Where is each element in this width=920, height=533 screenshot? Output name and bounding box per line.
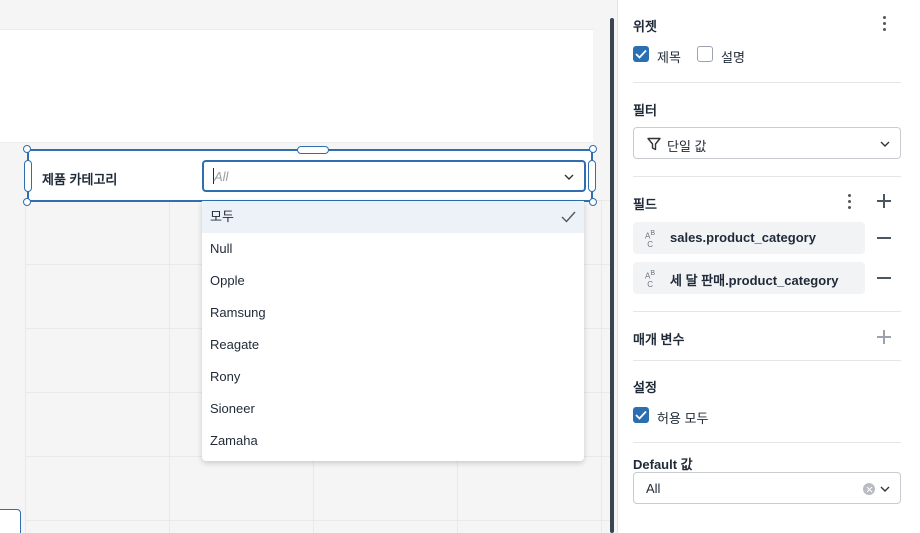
panel-resize-divider[interactable] [610,18,614,533]
allow-all-label: 허용 모두 [657,411,709,426]
field-item[interactable]: AB C sales.product_category [633,222,865,254]
dropdown-option[interactable]: Sioneer [202,393,584,425]
chevron-down-icon[interactable] [879,483,891,495]
filter-funnel-icon [647,137,661,151]
resize-handle-top-right[interactable] [589,145,597,153]
fields-section-title: 필드 [633,197,657,212]
default-value-select[interactable]: All [633,472,901,504]
resize-handle-bottom-left[interactable] [23,198,31,206]
canvas-widget-card[interactable] [0,29,593,143]
clear-icon[interactable] [863,483,875,495]
default-value: All [646,481,661,496]
filter-select-placeholder: All [214,169,229,184]
dropdown-option[interactable]: Rony [202,361,584,393]
field-name: sales.product_category [670,230,816,245]
parameters-section-title: 매개 변수 [633,332,685,347]
fields-more-icon[interactable] [848,194,852,210]
add-field-icon[interactable] [877,194,891,208]
resize-handle-right[interactable] [588,160,596,192]
dropdown-option[interactable]: Reagate [202,329,584,361]
filter-section-title: 필터 [633,103,657,118]
option-label: Ramsung [210,305,266,320]
abc-icon: AB C [645,270,656,289]
default-value-section-title: Default 값 [633,457,693,472]
canvas-widget-card-partial[interactable] [0,509,21,533]
filter-options-dropdown: 모두 Null Opple Ramsung Reagate Rony Sione… [202,201,584,461]
chevron-down-icon [880,141,890,147]
filter-widget-label: 제품 카테고리 [42,172,118,187]
remove-field-icon[interactable] [877,237,891,239]
filter-value-select[interactable]: All [202,160,586,192]
settings-section-title: 설정 [633,380,657,395]
field-item[interactable]: AB C 세 달 판매.product_category [633,262,865,294]
resize-handle-top[interactable] [297,146,329,154]
divider [633,82,901,83]
divider [633,311,901,312]
title-checkbox[interactable] [633,46,649,62]
chevron-down-icon[interactable] [563,171,575,183]
filter-type-value: 단일 값 [667,139,707,154]
field-name: 세 달 판매.product_category [670,273,839,288]
option-label: Null [210,241,233,256]
dropdown-option[interactable]: Zamaha [202,425,584,457]
remove-field-icon[interactable] [877,277,891,279]
option-label: 모두 [210,209,234,224]
filter-type-select[interactable]: 단일 값 [633,127,901,159]
dropdown-option[interactable]: Opple [202,265,584,297]
option-label: Zamaha [210,433,258,448]
resize-handle-left[interactable] [24,160,32,192]
filter-widget[interactable]: 제품 카테고리 All [23,145,597,206]
abc-icon: AB C [645,230,656,249]
divider [633,176,901,177]
add-parameter-icon[interactable] [877,330,891,344]
description-checkbox[interactable] [697,46,713,62]
dropdown-option[interactable]: Ramsung [202,297,584,329]
dropdown-option[interactable]: 모두 [202,201,584,233]
resize-handle-bottom-right[interactable] [589,198,597,206]
description-checkbox-label: 설명 [721,50,745,65]
widget-settings-panel: 위젯 제목 설명 필터 단일 값 필드 AB C sales.product_c… [617,0,920,533]
check-icon [561,211,576,223]
widget-section-title: 위젯 [633,19,657,34]
option-label: Reagate [210,337,260,352]
allow-all-checkbox[interactable] [633,407,649,423]
option-label: Rony [210,369,241,384]
option-label: Sioneer [210,401,255,416]
option-label: Opple [210,273,245,288]
dashboard-canvas: 제품 카테고리 All 모두 Null Opple Ramsung Reagat… [0,0,612,533]
divider [633,442,901,443]
title-checkbox-label: 제목 [657,50,681,65]
divider [633,360,901,361]
dropdown-option[interactable]: Null [202,233,584,265]
widget-more-icon[interactable] [883,16,887,32]
resize-handle-top-left[interactable] [23,145,31,153]
